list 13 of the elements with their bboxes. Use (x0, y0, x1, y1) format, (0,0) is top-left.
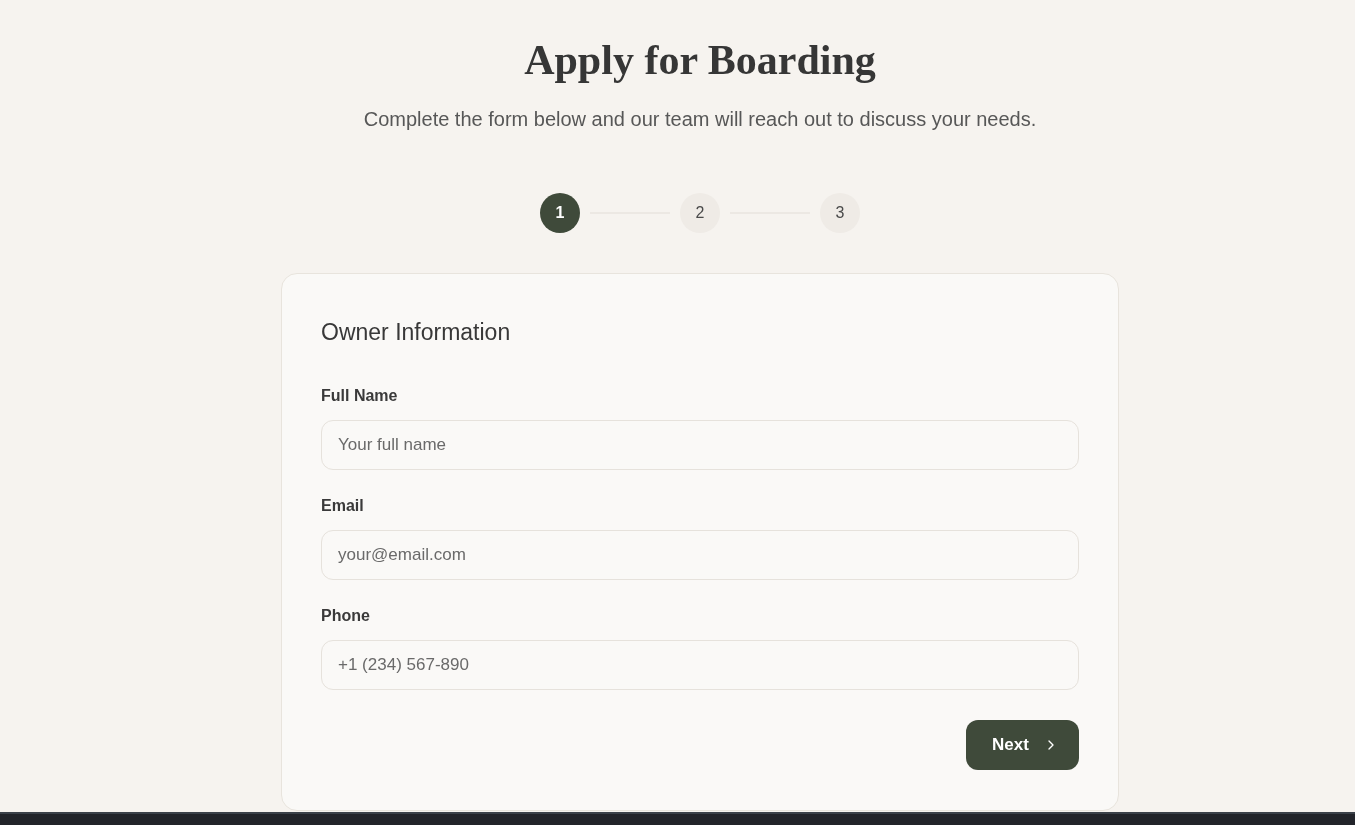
text-field[interactable]: Your full name (321, 420, 1079, 470)
section-heading: Owner Information (321, 318, 511, 347)
field-label: Full Name (321, 386, 398, 406)
field-label: Phone (321, 606, 370, 626)
text-field[interactable]: +1 (234) 567-890 (321, 640, 1079, 690)
field-label: Email (321, 496, 364, 516)
step-indicator: 3 (820, 193, 860, 233)
text-field[interactable]: your@email.com (321, 530, 1079, 580)
page-subtitle: Complete the form below and our team will reach out to discuss your needs. (363, 107, 1037, 132)
next-button[interactable]: Next (966, 720, 1079, 770)
page-title: Apply for Boarding (524, 36, 876, 84)
step-indicator: 2 (680, 193, 720, 233)
step-indicator: 1 (540, 193, 580, 233)
